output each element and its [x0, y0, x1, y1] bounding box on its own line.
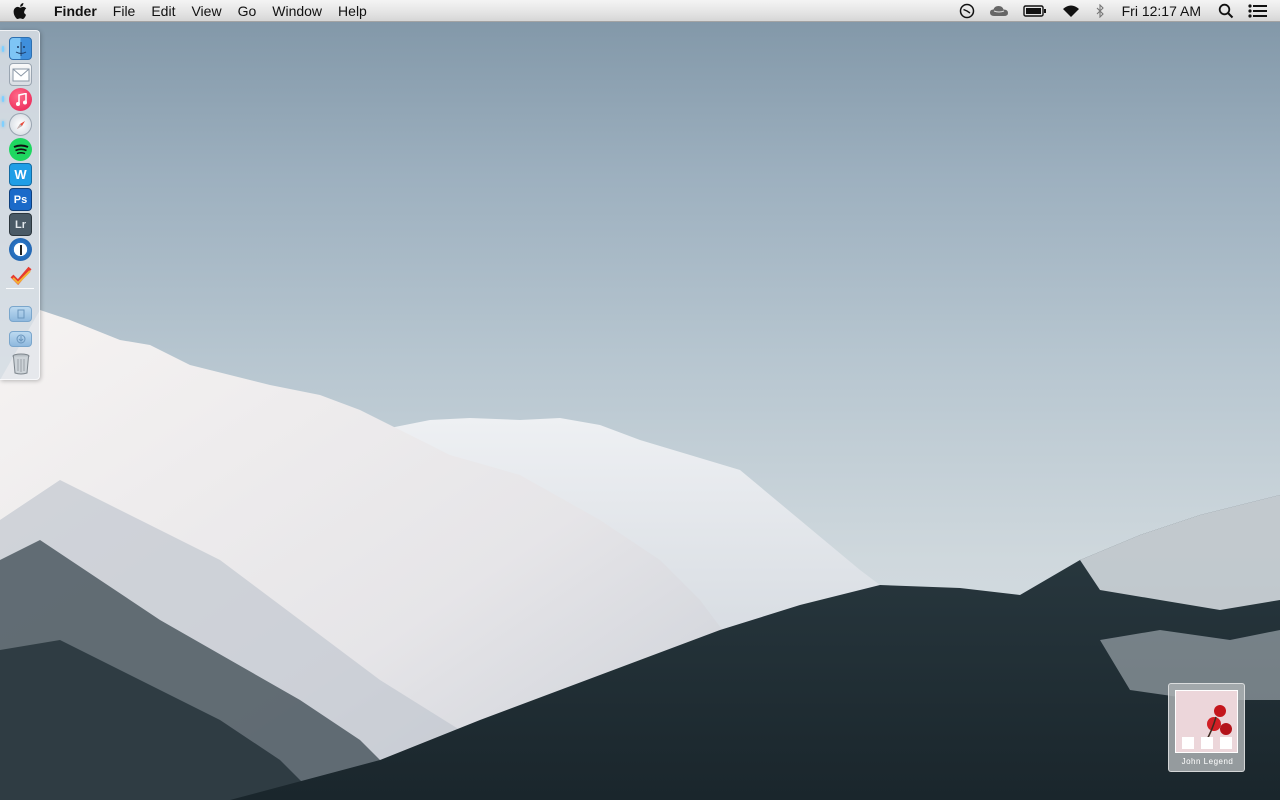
photoshop-icon: Ps: [9, 188, 32, 211]
menu-view[interactable]: View: [183, 0, 229, 22]
dock-item-1password[interactable]: [8, 237, 33, 262]
menu-bar: Finder File Edit View Go Window Help Fri…: [0, 0, 1280, 22]
trash-icon: [9, 352, 32, 375]
menu-window[interactable]: Window: [264, 0, 330, 22]
running-indicator: [2, 96, 4, 102]
mountain-wallpaper: [0, 310, 1280, 800]
dock-item-spotify[interactable]: [8, 137, 33, 162]
desktop: [0, 0, 1280, 800]
running-indicator: [2, 46, 4, 52]
finder-icon: [9, 37, 32, 60]
spotlight-search-icon[interactable]: [1211, 0, 1241, 22]
dock-item-wunderlist[interactable]: [8, 262, 33, 287]
dock-item-finder[interactable]: [8, 36, 33, 61]
menu-go[interactable]: Go: [230, 0, 265, 22]
dock-item-trash[interactable]: [8, 351, 33, 376]
menu-file[interactable]: File: [105, 0, 144, 22]
bluetooth-icon[interactable]: [1088, 0, 1112, 22]
mail-icon: [9, 63, 32, 86]
cloud-icon[interactable]: [982, 0, 1016, 22]
dock-item-safari[interactable]: [8, 112, 33, 137]
album-artist-label: John Legend: [1181, 757, 1234, 766]
battery-icon[interactable]: [1016, 0, 1054, 22]
dock-item-lightroom[interactable]: Lr: [8, 212, 33, 237]
checkmark-icon: [9, 263, 32, 286]
apple-icon[interactable]: [0, 0, 40, 22]
dock: W Ps Lr: [0, 30, 40, 380]
dock-item-itunes[interactable]: [8, 87, 33, 112]
dock-separator: [6, 288, 34, 289]
dock-item-documents[interactable]: [8, 301, 33, 326]
dock-item-mail[interactable]: [8, 62, 33, 87]
notification-center-icon[interactable]: [1241, 0, 1280, 22]
folder-icon: [9, 305, 32, 322]
safari-icon: [9, 113, 32, 136]
1password-icon: [9, 238, 32, 261]
word-icon: W: [9, 163, 32, 186]
running-indicator: [2, 121, 4, 127]
album-art-roses-icon: [1175, 690, 1238, 753]
menu-app-finder[interactable]: Finder: [40, 0, 105, 22]
now-playing-widget[interactable]: John Legend: [1168, 683, 1245, 772]
lightroom-icon: Lr: [9, 213, 32, 236]
menu-edit[interactable]: Edit: [143, 0, 183, 22]
spotify-icon: [9, 138, 32, 161]
downloads-folder-icon: [9, 330, 32, 347]
dock-item-word[interactable]: W: [8, 162, 33, 187]
menu-help[interactable]: Help: [330, 0, 375, 22]
dock-item-photoshop[interactable]: Ps: [8, 187, 33, 212]
wifi-icon[interactable]: [1054, 0, 1088, 22]
dock-item-downloads[interactable]: [8, 326, 33, 351]
time-machine-icon[interactable]: [952, 0, 982, 22]
menu-clock[interactable]: Fri 12:17 AM: [1112, 0, 1211, 22]
itunes-icon: [9, 88, 32, 111]
